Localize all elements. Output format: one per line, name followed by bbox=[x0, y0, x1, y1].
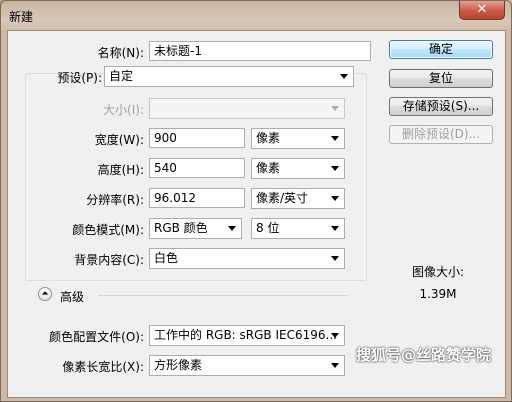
width-unit-value: 像素 bbox=[256, 131, 281, 145]
preset-value: 自定 bbox=[109, 69, 134, 83]
background-label: 背景内容(C): bbox=[74, 253, 144, 267]
chevron-down-icon bbox=[331, 226, 339, 231]
name-input[interactable]: 未标题-1 bbox=[149, 41, 371, 61]
advanced-label: 高级 bbox=[60, 290, 85, 304]
ok-button[interactable]: 确定 bbox=[389, 40, 493, 59]
close-icon: ✕ bbox=[476, 2, 488, 17]
pixel-aspect-select[interactable]: 方形像素 bbox=[149, 355, 345, 376]
pixel-aspect-value: 方形像素 bbox=[154, 358, 203, 372]
color-profile-select[interactable]: 工作中的 RGB: sRGB IEC6196... bbox=[149, 325, 345, 346]
chevron-down-icon bbox=[331, 166, 339, 171]
reset-button[interactable]: 复位 bbox=[389, 69, 493, 88]
resolution-input[interactable]: 96.012 bbox=[149, 188, 245, 208]
resolution-label: 分辨率(R): bbox=[86, 193, 144, 207]
delete-preset-button[interactable]: 删除预设(D)... bbox=[389, 125, 493, 144]
size-select[interactable] bbox=[149, 98, 345, 119]
advanced-toggle[interactable]: ⏶ bbox=[38, 287, 52, 301]
width-input[interactable]: 900 bbox=[149, 128, 245, 148]
window-title: 新建 bbox=[9, 10, 34, 24]
new-document-dialog: 新建 ✕ 名称(N): 未标题-1 预设(P): 自定 大小(I): 宽度(W)… bbox=[0, 0, 512, 402]
name-label: 名称(N): bbox=[97, 46, 144, 60]
color-mode-value: RGB 颜色 bbox=[154, 221, 208, 235]
color-mode-select[interactable]: RGB 颜色 bbox=[149, 218, 242, 239]
size-label: 大小(I): bbox=[103, 103, 144, 117]
image-size-label: 图像大小: bbox=[411, 265, 465, 279]
bit-depth-value: 8 位 bbox=[256, 221, 280, 235]
pixel-aspect-label: 像素长宽比(X): bbox=[62, 360, 144, 374]
watermark: 搜狐号@丝路赞学院 bbox=[356, 346, 492, 364]
image-size-value: 1.39M bbox=[419, 287, 457, 301]
width-label: 宽度(W): bbox=[94, 133, 144, 147]
resolution-unit-select[interactable]: 像素/英寸 bbox=[251, 188, 345, 209]
background-select[interactable]: 白色 bbox=[149, 248, 345, 269]
title-bar: 新建 ✕ bbox=[1, 1, 511, 31]
preset-select[interactable]: 自定 bbox=[104, 66, 354, 87]
advanced-divider bbox=[98, 295, 348, 296]
chevron-down-icon bbox=[331, 196, 339, 201]
height-unit-value: 像素 bbox=[256, 161, 281, 175]
width-unit-select[interactable]: 像素 bbox=[251, 128, 345, 149]
color-mode-label: 颜色模式(M): bbox=[72, 223, 144, 237]
color-profile-label: 颜色配置文件(O): bbox=[49, 330, 144, 344]
chevron-down-icon bbox=[340, 74, 348, 79]
bit-depth-select[interactable]: 8 位 bbox=[251, 218, 345, 239]
chevron-down-icon bbox=[331, 256, 339, 261]
dialog-body: 名称(N): 未标题-1 预设(P): 自定 大小(I): 宽度(W): 900… bbox=[7, 30, 506, 398]
save-preset-button[interactable]: 存储预设(S)... bbox=[389, 97, 493, 116]
chevron-down-icon bbox=[331, 333, 339, 338]
color-profile-value: 工作中的 RGB: sRGB IEC6196... bbox=[154, 328, 337, 342]
expand-icon: ⏶ bbox=[41, 289, 49, 299]
resolution-unit-value: 像素/英寸 bbox=[256, 191, 309, 205]
chevron-down-icon bbox=[228, 226, 236, 231]
close-button[interactable]: ✕ bbox=[459, 1, 505, 20]
preset-label: 预设(P): bbox=[57, 71, 102, 85]
height-input[interactable]: 540 bbox=[149, 158, 245, 178]
height-unit-select[interactable]: 像素 bbox=[251, 158, 345, 179]
height-label: 高度(H): bbox=[97, 163, 144, 177]
background-value: 白色 bbox=[154, 251, 179, 265]
chevron-down-icon bbox=[331, 106, 339, 111]
chevron-down-icon bbox=[331, 363, 339, 368]
chevron-down-icon bbox=[331, 136, 339, 141]
